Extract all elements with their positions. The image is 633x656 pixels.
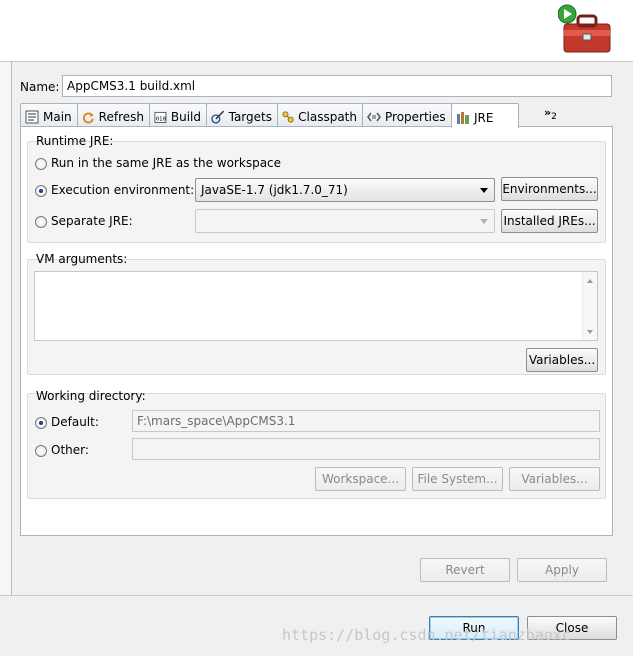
workspace-button[interactable]: Workspace... xyxy=(315,467,406,491)
name-label: Name: xyxy=(20,80,60,94)
scroll-up-icon xyxy=(587,279,593,283)
tab-main-label: Main xyxy=(43,110,72,124)
execution-environment-value: JavaSE-1.7 (jdk1.7.0_71) xyxy=(201,183,348,197)
dialog-banner xyxy=(0,0,633,62)
other-directory-label: Other: xyxy=(51,443,89,457)
default-directory-label: Default: xyxy=(51,415,99,429)
build-icon: 010 xyxy=(154,111,167,123)
chevron-down-icon xyxy=(480,219,488,224)
same-jre-label: Run in the same JRE as the workspace xyxy=(51,156,282,170)
tab-bar: Main Refresh 010 Build Targets Classpath… xyxy=(20,103,613,128)
tab-refresh[interactable]: Refresh xyxy=(77,103,150,127)
wd-variables-button[interactable]: Variables... xyxy=(509,467,600,491)
refresh-icon xyxy=(83,112,94,124)
execution-environment-label: Execution environment: xyxy=(51,183,195,197)
vm-arguments-textarea[interactable] xyxy=(34,271,598,341)
default-directory-field[interactable]: F:\mars_space\AppCMS3.1 xyxy=(132,410,600,432)
tab-targets-label: Targets xyxy=(228,110,272,124)
default-directory-radio[interactable] xyxy=(35,417,47,429)
working-directory-group: Working directory: Default: F:\mars_spac… xyxy=(27,389,606,499)
tab-classpath[interactable]: Classpath xyxy=(277,103,363,127)
tab-properties[interactable]: Properties xyxy=(362,103,452,127)
svg-text:010: 010 xyxy=(156,117,166,123)
tab-classpath-label: Classpath xyxy=(298,110,357,124)
jre-tab-panel: Runtime JRE: Run in the same JRE as the … xyxy=(20,126,613,536)
revert-button[interactable]: Revert xyxy=(420,558,510,582)
tab-properties-label: Properties xyxy=(385,110,446,124)
jre-icon xyxy=(457,111,469,124)
installed-jres-button[interactable]: Installed JREs... xyxy=(501,209,598,233)
tab-main[interactable]: Main xyxy=(20,103,78,127)
targets-icon xyxy=(211,110,225,124)
separate-jre-label: Separate JRE: xyxy=(51,214,133,228)
scroll-down-icon xyxy=(587,330,593,334)
classpath-icon xyxy=(282,111,294,123)
file-system-button[interactable]: File System... xyxy=(412,467,503,491)
vm-arguments-title: VM arguments: xyxy=(36,252,128,266)
tab-build[interactable]: 010 Build xyxy=(149,103,207,127)
tab-overflow-button[interactable]: »2 xyxy=(544,106,557,122)
footer-separator xyxy=(0,595,633,596)
separate-jre-radio[interactable] xyxy=(35,216,47,228)
tab-jre-label: JRE xyxy=(474,110,494,125)
other-directory-radio[interactable] xyxy=(35,445,47,457)
runtime-jre-title: Runtime JRE: xyxy=(36,134,114,148)
vm-arguments-scrollbar[interactable] xyxy=(582,272,597,340)
execution-environment-radio[interactable] xyxy=(35,185,47,197)
working-directory-title: Working directory: xyxy=(36,389,146,403)
vm-variables-button[interactable]: Variables... xyxy=(526,348,598,372)
tab-jre[interactable]: JRE xyxy=(451,103,519,128)
main-tab-icon xyxy=(25,110,39,124)
name-input[interactable]: AppCMS3.1 build.xml xyxy=(62,75,612,97)
environments-button[interactable]: Environments... xyxy=(501,177,598,201)
left-pane-edge xyxy=(0,62,12,595)
execution-environment-select[interactable]: JavaSE-1.7 (jdk1.7.0_71) xyxy=(195,178,495,202)
watermark-text: https://blog.csdn.net/tianzhaoxc xyxy=(282,626,571,644)
tab-overflow-count: 2 xyxy=(551,111,557,123)
runtime-jre-group: Runtime JRE: Run in the same JRE as the … xyxy=(27,134,606,243)
tab-refresh-label: Refresh xyxy=(98,110,144,124)
tab-build-label: Build xyxy=(170,110,201,124)
properties-icon xyxy=(367,112,381,122)
ant-toolbox-icon xyxy=(558,4,611,53)
apply-button[interactable]: Apply xyxy=(517,558,607,582)
other-directory-field[interactable] xyxy=(132,438,600,460)
chevron-down-icon xyxy=(480,188,488,193)
vm-arguments-group: VM arguments: Variables... xyxy=(27,252,606,375)
separate-jre-select[interactable] xyxy=(195,209,495,233)
same-jre-radio[interactable] xyxy=(35,158,47,170)
tab-targets[interactable]: Targets xyxy=(206,103,278,127)
